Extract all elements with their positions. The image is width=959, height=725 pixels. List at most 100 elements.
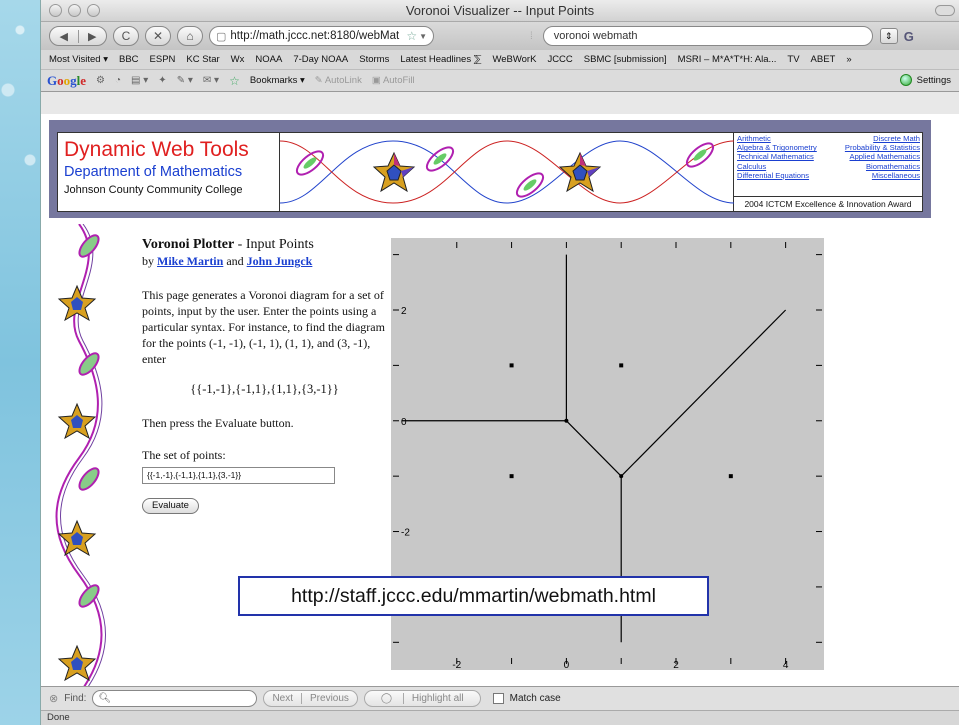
autolink-icon: ✎: [314, 75, 323, 86]
bookmark-item[interactable]: Most Visited ▾: [49, 54, 108, 65]
find-previous-button[interactable]: Previous: [301, 693, 357, 704]
banner-link[interactable]: Algebra & Trigonometry: [737, 143, 817, 152]
autofill-button[interactable]: ▣ AutoFill: [372, 75, 415, 86]
browser-window: Voronoi Visualizer -- Input Points ◀ ▶ C…: [40, 0, 959, 725]
reload-button[interactable]: C: [113, 26, 139, 46]
search-engine-icon[interactable]: G: [904, 29, 914, 44]
banner-link[interactable]: Probability & Statistics: [845, 143, 920, 152]
close-window-button[interactable]: [49, 4, 62, 17]
bookmark-item[interactable]: Wx: [231, 54, 245, 65]
search-input[interactable]: voronoi webmath: [542, 26, 873, 46]
toolbar-toggle-button[interactable]: [935, 5, 955, 16]
title-bar: Voronoi Visualizer -- Input Points: [41, 0, 959, 22]
url-bar[interactable]: ▢ http://math.jccc.net:8180/webMat ☆ ▼: [209, 26, 434, 46]
input-point: [509, 474, 514, 479]
star-tool-icon[interactable]: ✦: [158, 75, 166, 86]
banner-link[interactable]: Differential Equations: [737, 171, 817, 180]
mail-icon[interactable]: ✉ ▾: [203, 75, 219, 86]
bookmark-item[interactable]: MSRI – M*A*T*H: Ala...: [678, 54, 777, 65]
settings-button[interactable]: Settings: [899, 74, 951, 86]
banner-link[interactable]: Miscellaneous: [845, 171, 920, 180]
bookmarks-toolbar: Most Visited ▾ BBC ESPN KC Star Wx NOAA 7-Day …: [41, 50, 959, 70]
forward-button[interactable]: ▶: [79, 30, 107, 43]
bookmark-item[interactable]: JCCC: [547, 54, 572, 65]
page-content: Dynamic Web Tools Department of Mathemat…: [41, 114, 959, 686]
match-case-checkbox[interactable]: [492, 693, 504, 704]
window-menu-icon[interactable]: ▤ ▾: [131, 75, 148, 86]
page-heading: Voronoi Plotter - Input Points: [142, 236, 387, 253]
stop-button[interactable]: ✕: [145, 26, 171, 46]
match-case-label: Match case: [509, 693, 561, 704]
find-bar: ⊗ Find: 🔍︎ Next Previous ◯ Highlight all…: [41, 686, 959, 710]
stop-icon: ✕: [152, 29, 164, 43]
bookmark-item[interactable]: TV: [787, 54, 799, 65]
google-search-icon[interactable]: ⚙: [96, 75, 105, 86]
banner-title: Dynamic Web Tools: [64, 138, 249, 161]
banner-link[interactable]: Technical Mathematics: [737, 152, 817, 161]
bookmark-item[interactable]: »: [846, 54, 851, 65]
bookmark-item[interactable]: 7-Day NOAA: [293, 54, 348, 65]
banner-link[interactable]: Calculus: [737, 162, 817, 171]
bookmark-item[interactable]: ESPN: [150, 54, 176, 65]
author-link-john-jungck[interactable]: John Jungck: [247, 254, 313, 268]
back-button[interactable]: ◀: [50, 29, 79, 43]
author-link-mike-martin[interactable]: Mike Martin: [157, 254, 223, 268]
google-logo[interactable]: Google: [47, 73, 86, 89]
url-dropdown-icon[interactable]: ▼: [419, 32, 427, 41]
banner-link[interactable]: Discrete Math: [845, 134, 920, 143]
banner-link[interactable]: Biomathematics: [845, 162, 920, 171]
home-icon: ⌂: [186, 29, 194, 43]
highlight-all-button[interactable]: ◯ Highlight all: [363, 690, 481, 707]
autolink-button[interactable]: ✎ AutoLink: [315, 75, 362, 86]
bookmark-item[interactable]: WeBWorK: [492, 54, 536, 65]
banner-curves-image: [279, 140, 735, 204]
zoom-window-button[interactable]: [87, 4, 100, 17]
evaluate-button[interactable]: Evaluate: [142, 498, 199, 514]
bookmark-item[interactable]: ABET: [811, 54, 836, 65]
google-toolbar: Google ⚙ ◔ ▤ ▾ ✦ ✎ ▾ ✉ ▾ ☆ Bookmarks ▾ ✎…: [41, 70, 959, 92]
voronoi-vertex: [619, 474, 624, 479]
bookmark-item[interactable]: BBC: [119, 54, 139, 65]
voronoi-edge: [620, 309, 787, 477]
points-input[interactable]: {{-1,-1},{-1,1},{1,1},{3,-1}}: [142, 467, 335, 484]
banner-link[interactable]: Arithmetic: [737, 134, 817, 143]
find-next-button[interactable]: Next: [264, 693, 301, 704]
find-label: Find:: [64, 693, 87, 704]
y-tick-label: 2: [401, 306, 407, 317]
bookmarks-menu[interactable]: Bookmarks ▾: [250, 75, 305, 86]
banner-college: Johnson County Community College: [64, 184, 243, 196]
bookmark-star-icon[interactable]: ☆: [229, 74, 240, 88]
bookmark-item[interactable]: NOAA: [255, 54, 282, 65]
bookmark-item[interactable]: Latest Headlines ⅀: [400, 54, 481, 65]
autofill-icon: ▣: [371, 75, 381, 86]
bookmark-item[interactable]: SBMC [submission]: [584, 54, 667, 65]
banner-links-left: Arithmetic Algebra & Trigonometry Technica…: [737, 134, 817, 180]
y-tick-label: -2: [401, 528, 410, 539]
window-title: Voronoi Visualizer -- Input Points: [405, 3, 595, 18]
home-button[interactable]: ⌂: [177, 26, 203, 46]
input-point: [509, 363, 514, 368]
banner-branding: Dynamic Web Tools Department of Mathemat…: [58, 133, 280, 211]
and-text: and: [223, 254, 247, 268]
pagerank-icon[interactable]: ◔: [115, 75, 121, 86]
x-tick-label: -2: [452, 660, 461, 670]
bookmark-star-icon[interactable]: ☆: [406, 29, 417, 43]
banner-link[interactable]: Applied Mathematics: [845, 152, 921, 161]
close-find-icon[interactable]: ⊗: [49, 692, 58, 705]
find-input[interactable]: 🔍︎: [92, 690, 258, 707]
bookmark-item[interactable]: Storms: [359, 54, 389, 65]
sidewiki-icon[interactable]: ✎ ▾: [177, 75, 193, 86]
y-tick-label: 0: [401, 417, 407, 428]
x-tick-label: 4: [783, 660, 789, 670]
instructions-column: Voronoi Plotter - Input Points by Mike M…: [142, 236, 387, 514]
input-point: [619, 363, 624, 368]
page-subtitle: - Input Points: [234, 237, 314, 252]
minimize-window-button[interactable]: [68, 4, 81, 17]
voronoi-edge: [565, 420, 622, 477]
bookmark-item[interactable]: KC Star: [186, 54, 219, 65]
search-engine-select[interactable]: ⇕: [879, 28, 898, 44]
voronoi-vertex: [564, 418, 569, 423]
banner-links-right: Discrete Math Probability & Statistics App…: [845, 134, 920, 180]
url-text: http://math.jccc.net:8180/webMat: [230, 30, 400, 42]
find-nav-group: Next Previous: [263, 690, 358, 707]
